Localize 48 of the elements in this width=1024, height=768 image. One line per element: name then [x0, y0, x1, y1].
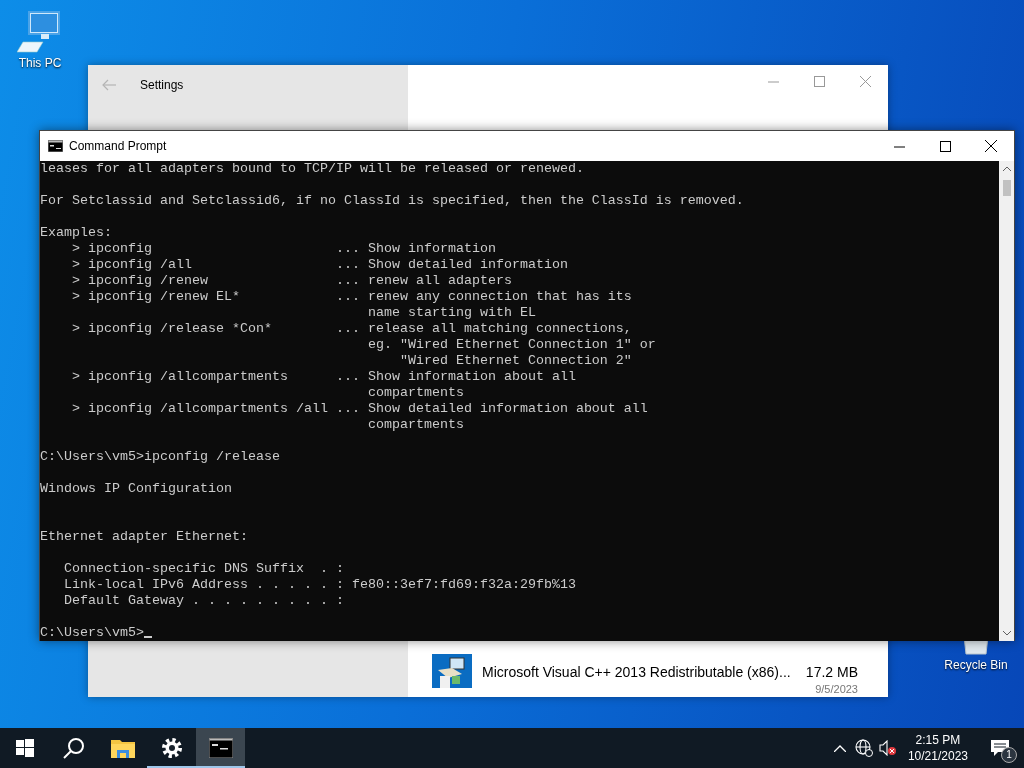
- taskbar-button[interactable]: [196, 728, 245, 768]
- notification-count: 1: [1001, 747, 1017, 763]
- app-name[interactable]: Microsoft Visual C++ 2013 Redistributable (x86)...: [482, 654, 796, 680]
- console-line: > ipconfig /renew ... renew all adapters: [71, 273, 512, 288]
- folder-icon: [110, 738, 135, 758]
- computer-icon: [17, 10, 63, 54]
- scrollbar[interactable]: [999, 161, 1014, 641]
- console-line: > ipconfig /allcompartments /all ... Show detailed information about all: [71, 401, 648, 416]
- console-prompt: C:\Users\vm5>: [40, 625, 144, 640]
- app-size: 17.2 MB: [805, 664, 858, 680]
- console-line: For Setclassid and Setclassid6, if no ClassId is specified, then the ClassId is removed.: [40, 193, 744, 208]
- console-line: eg. "Wired Ethernet Connection 1" or: [366, 337, 656, 352]
- console-line: C:\Users\vm5>ipconfig /release: [40, 449, 280, 464]
- console-line: "Wired Ethernet Connection 2": [398, 353, 632, 368]
- close-icon: [985, 140, 997, 152]
- installer-icon: [432, 654, 472, 688]
- console-line: compartments: [366, 417, 464, 432]
- desktop-icon-label[interactable]: This PC: [18, 56, 62, 70]
- console-line: > ipconfig /allcompartments ... Show information about all: [71, 369, 576, 384]
- notifications-button[interactable]: 1: [976, 728, 1024, 768]
- console-line: Default Gateway . . . . . . . . . :: [63, 593, 344, 608]
- scroll-thumb[interactable]: [1002, 180, 1011, 196]
- window-title: Settings: [140, 78, 184, 92]
- console-line: Windows IP Configuration: [40, 481, 232, 496]
- terminal-icon: [208, 738, 233, 758]
- console-line: Link-local IPv6 Address . . . . . : fe80::3ef7:fd69:f32a:29fb%13: [63, 577, 576, 592]
- clock[interactable]: 2:15 PM 10/21/2023: [899, 728, 976, 768]
- gear-icon: [160, 737, 183, 759]
- console-line: leases for all adapters bound to TCP/IP will be released or renewed.: [40, 161, 584, 176]
- windows-logo-icon: [15, 739, 34, 757]
- close-icon: [859, 75, 871, 87]
- console-line: Examples:: [40, 225, 112, 240]
- console-line: Connection-specific DNS Suffix . :: [63, 561, 344, 576]
- window-title: Command Prompt: [69, 139, 168, 153]
- terminal-icon: [48, 140, 63, 152]
- console-line: > ipconfig /release *Con* ... release all matching connections,: [71, 321, 632, 336]
- console-line: > ipconfig ... Show information: [71, 241, 496, 256]
- search-icon: [62, 737, 85, 759]
- console-line: > ipconfig /all ... Show detailed information: [71, 257, 568, 272]
- text-cursor: [144, 636, 152, 638]
- console-line: compartments: [366, 385, 464, 400]
- console-line: name starting with EL: [366, 305, 536, 320]
- console-line: > ipconfig /renew EL* ... renew any connection that has its: [71, 289, 632, 304]
- maximize-icon: [939, 140, 951, 152]
- maximize-icon: [813, 75, 825, 87]
- app-date: 9/5/2023: [815, 683, 858, 695]
- desktop-icon-label[interactable]: Recycle Bin: [944, 658, 1008, 672]
- console-line: Ethernet adapter Ethernet:: [40, 529, 248, 544]
